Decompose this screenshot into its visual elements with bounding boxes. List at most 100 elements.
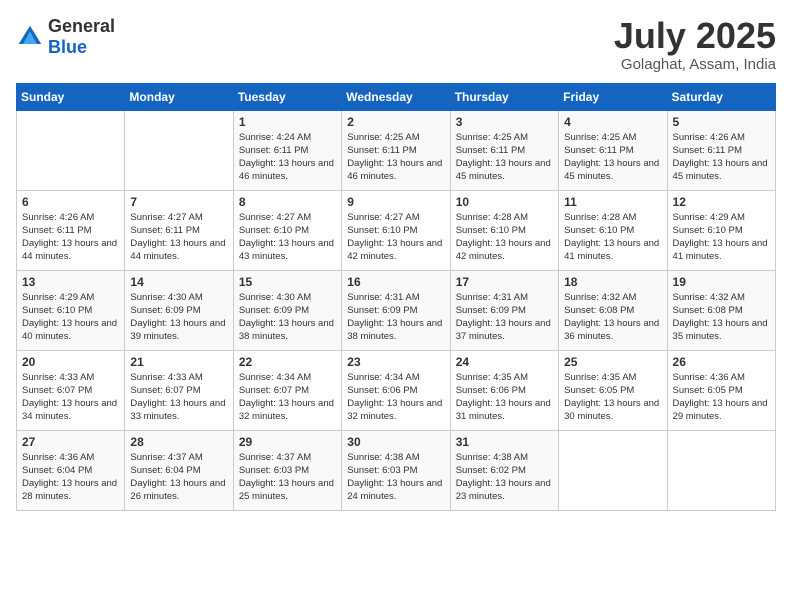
day-number: 9 <box>347 195 444 209</box>
calendar-week-5: 27Sunrise: 4:36 AM Sunset: 6:04 PM Dayli… <box>17 430 776 510</box>
calendar-cell: 6 Sunrise: 4:26 AM Sunset: 6:11 PM Daylig… <box>17 190 125 270</box>
day-number: 30 <box>347 435 444 449</box>
day-number: 10 <box>456 195 553 209</box>
calendar-cell <box>125 110 233 190</box>
calendar-cell: 27Sunrise: 4:36 AM Sunset: 6:04 PM Dayli… <box>17 430 125 510</box>
calendar-cell: 7 Sunrise: 4:27 AM Sunset: 6:11 PM Daylig… <box>125 190 233 270</box>
calendar-cell: 30 Sunrise: 4:38 AM Sunset: 6:03 PM Dayli… <box>342 430 450 510</box>
day-number: 29 <box>239 435 336 449</box>
day-info: Sunrise: 4:27 AM Sunset: 6:10 PM Dayligh… <box>347 211 444 264</box>
day-info: Sunrise: 4:29 AM Sunset: 6:10 PM Dayligh… <box>673 211 770 264</box>
day-info: Sunrise: 4:32 AM Sunset: 6:08 PM Dayligh… <box>673 291 770 344</box>
day-number: 28 <box>130 435 227 449</box>
header-wednesday: Wednesday <box>342 83 450 110</box>
calendar-cell: 15 Sunrise: 4:30 AM Sunset: 6:09 PM Dayli… <box>233 270 341 350</box>
day-number: 8 <box>239 195 336 209</box>
calendar-cell: 21Sunrise: 4:33 AM Sunset: 6:07 PM Dayli… <box>125 350 233 430</box>
day-number: 25 <box>564 355 661 369</box>
calendar-cell: 23 Sunrise: 4:34 AM Sunset: 6:06 PM Dayli… <box>342 350 450 430</box>
calendar-cell: 17 Sunrise: 4:31 AM Sunset: 6:09 PM Dayli… <box>450 270 558 350</box>
calendar-cell: 1Sunrise: 4:24 AM Sunset: 6:11 PM Daylig… <box>233 110 341 190</box>
day-number: 2 <box>347 115 444 129</box>
calendar-week-1: 1Sunrise: 4:24 AM Sunset: 6:11 PM Daylig… <box>17 110 776 190</box>
day-info: Sunrise: 4:27 AM Sunset: 6:11 PM Dayligh… <box>130 211 227 264</box>
header-monday: Monday <box>125 83 233 110</box>
day-number: 20 <box>22 355 119 369</box>
calendar-cell: 10 Sunrise: 4:28 AM Sunset: 6:10 PM Dayli… <box>450 190 558 270</box>
calendar-cell <box>559 430 667 510</box>
day-info: Sunrise: 4:33 AM Sunset: 6:07 PM Dayligh… <box>22 371 119 424</box>
calendar-week-4: 20 Sunrise: 4:33 AM Sunset: 6:07 PM Dayli… <box>17 350 776 430</box>
page-header: General Blue July 2025 Golaghat, Assam, … <box>16 16 776 73</box>
day-info: Sunrise: 4:29 AM Sunset: 6:10 PM Dayligh… <box>22 291 119 344</box>
day-info: Sunrise: 4:26 AM Sunset: 6:11 PM Dayligh… <box>673 131 770 184</box>
day-number: 19 <box>673 275 770 289</box>
day-info: Sunrise: 4:34 AM Sunset: 6:07 PM Dayligh… <box>239 371 336 424</box>
day-number: 18 <box>564 275 661 289</box>
calendar-week-3: 13Sunrise: 4:29 AM Sunset: 6:10 PM Dayli… <box>17 270 776 350</box>
calendar-cell <box>17 110 125 190</box>
day-number: 3 <box>456 115 553 129</box>
day-info: Sunrise: 4:37 AM Sunset: 6:03 PM Dayligh… <box>239 451 336 504</box>
day-number: 1 <box>239 115 336 129</box>
day-info: Sunrise: 4:28 AM Sunset: 6:10 PM Dayligh… <box>456 211 553 264</box>
calendar-cell: 9 Sunrise: 4:27 AM Sunset: 6:10 PM Daylig… <box>342 190 450 270</box>
day-info: Sunrise: 4:27 AM Sunset: 6:10 PM Dayligh… <box>239 211 336 264</box>
day-number: 21 <box>130 355 227 369</box>
day-info: Sunrise: 4:25 AM Sunset: 6:11 PM Dayligh… <box>564 131 661 184</box>
day-number: 15 <box>239 275 336 289</box>
day-info: Sunrise: 4:25 AM Sunset: 6:11 PM Dayligh… <box>456 131 553 184</box>
calendar-subtitle: Golaghat, Assam, India <box>614 56 776 73</box>
day-info: Sunrise: 4:34 AM Sunset: 6:06 PM Dayligh… <box>347 371 444 424</box>
day-number: 7 <box>130 195 227 209</box>
day-number: 6 <box>22 195 119 209</box>
day-number: 23 <box>347 355 444 369</box>
day-number: 24 <box>456 355 553 369</box>
day-info: Sunrise: 4:30 AM Sunset: 6:09 PM Dayligh… <box>239 291 336 344</box>
day-info: Sunrise: 4:36 AM Sunset: 6:04 PM Dayligh… <box>22 451 119 504</box>
day-info: Sunrise: 4:36 AM Sunset: 6:05 PM Dayligh… <box>673 371 770 424</box>
day-number: 31 <box>456 435 553 449</box>
calendar-cell: 13Sunrise: 4:29 AM Sunset: 6:10 PM Dayli… <box>17 270 125 350</box>
day-info: Sunrise: 4:35 AM Sunset: 6:05 PM Dayligh… <box>564 371 661 424</box>
header-friday: Friday <box>559 83 667 110</box>
day-info: Sunrise: 4:38 AM Sunset: 6:03 PM Dayligh… <box>347 451 444 504</box>
logo-text-general: General <box>48 16 115 36</box>
calendar-cell: 25 Sunrise: 4:35 AM Sunset: 6:05 PM Dayli… <box>559 350 667 430</box>
calendar-cell: 20 Sunrise: 4:33 AM Sunset: 6:07 PM Dayli… <box>17 350 125 430</box>
day-number: 22 <box>239 355 336 369</box>
day-info: Sunrise: 4:25 AM Sunset: 6:11 PM Dayligh… <box>347 131 444 184</box>
calendar-week-2: 6 Sunrise: 4:26 AM Sunset: 6:11 PM Daylig… <box>17 190 776 270</box>
calendar-cell: 3 Sunrise: 4:25 AM Sunset: 6:11 PM Daylig… <box>450 110 558 190</box>
calendar-cell <box>667 430 775 510</box>
calendar-cell: 16 Sunrise: 4:31 AM Sunset: 6:09 PM Dayli… <box>342 270 450 350</box>
calendar-cell: 4 Sunrise: 4:25 AM Sunset: 6:11 PM Daylig… <box>559 110 667 190</box>
calendar-cell: 22 Sunrise: 4:34 AM Sunset: 6:07 PM Dayli… <box>233 350 341 430</box>
day-info: Sunrise: 4:38 AM Sunset: 6:02 PM Dayligh… <box>456 451 553 504</box>
day-number: 14 <box>130 275 227 289</box>
day-number: 17 <box>456 275 553 289</box>
day-info: Sunrise: 4:37 AM Sunset: 6:04 PM Dayligh… <box>130 451 227 504</box>
day-number: 4 <box>564 115 661 129</box>
header-saturday: Saturday <box>667 83 775 110</box>
day-number: 12 <box>673 195 770 209</box>
header-sunday: Sunday <box>17 83 125 110</box>
calendar-cell: 28 Sunrise: 4:37 AM Sunset: 6:04 PM Dayli… <box>125 430 233 510</box>
header-tuesday: Tuesday <box>233 83 341 110</box>
calendar-cell: 5 Sunrise: 4:26 AM Sunset: 6:11 PM Daylig… <box>667 110 775 190</box>
day-number: 5 <box>673 115 770 129</box>
calendar-title: July 2025 <box>614 16 776 56</box>
calendar-cell: 31 Sunrise: 4:38 AM Sunset: 6:02 PM Dayli… <box>450 430 558 510</box>
title-block: July 2025 Golaghat, Assam, India <box>614 16 776 73</box>
logo-text-blue: Blue <box>48 37 87 57</box>
day-info: Sunrise: 4:31 AM Sunset: 6:09 PM Dayligh… <box>347 291 444 344</box>
calendar-cell: 18Sunrise: 4:32 AM Sunset: 6:08 PM Dayli… <box>559 270 667 350</box>
calendar-cell: 14Sunrise: 4:30 AM Sunset: 6:09 PM Dayli… <box>125 270 233 350</box>
day-info: Sunrise: 4:31 AM Sunset: 6:09 PM Dayligh… <box>456 291 553 344</box>
day-info: Sunrise: 4:26 AM Sunset: 6:11 PM Dayligh… <box>22 211 119 264</box>
day-number: 26 <box>673 355 770 369</box>
day-info: Sunrise: 4:28 AM Sunset: 6:10 PM Dayligh… <box>564 211 661 264</box>
day-number: 16 <box>347 275 444 289</box>
logo-icon <box>16 23 44 51</box>
calendar-header-row: SundayMondayTuesdayWednesdayThursdayFrid… <box>17 83 776 110</box>
